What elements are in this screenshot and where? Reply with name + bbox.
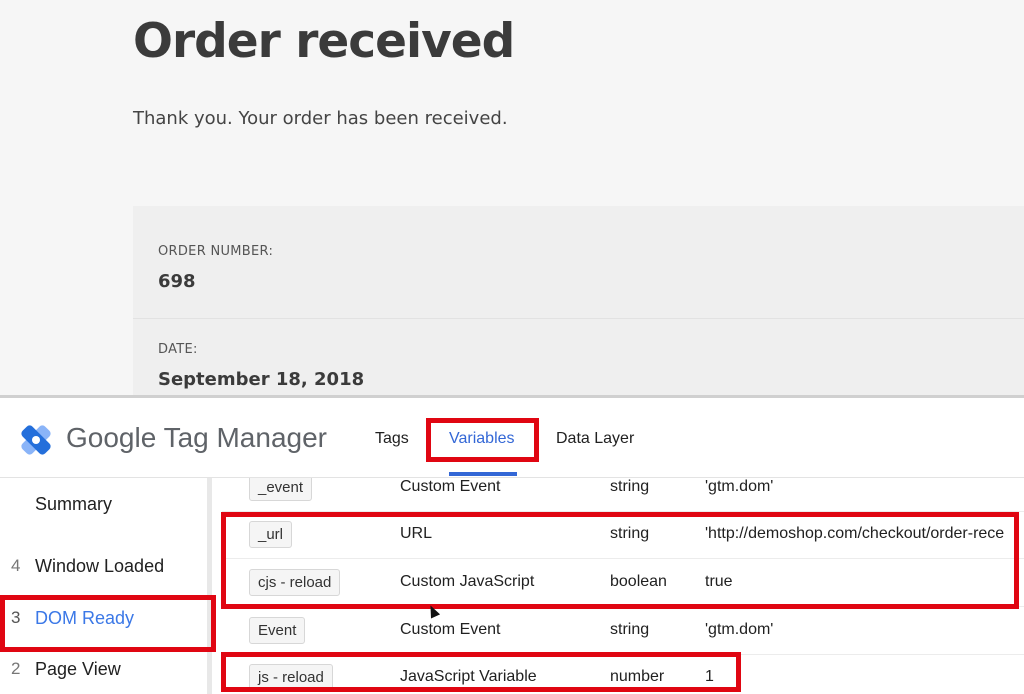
variable-value: 'gtm.dom': [705, 621, 774, 638]
order-confirmation-text: Thank you. Your order has been received.: [133, 108, 508, 129]
table-row: _event Custom Event string 'gtm.dom': [222, 478, 1024, 512]
sidebar-item-summary[interactable]: Summary: [0, 494, 207, 544]
order-number-label: ORDER NUMBER:: [158, 244, 274, 259]
date-value: September 18, 2018: [158, 369, 365, 390]
page-title: Order received: [133, 14, 515, 69]
variable-value: true: [705, 573, 733, 590]
variable-type: Custom JavaScript: [400, 573, 535, 590]
variable-data-type: number: [610, 668, 665, 685]
event-number: 3: [11, 608, 21, 627]
variable-data-type: string: [610, 525, 650, 542]
variable-type: Custom Event: [400, 621, 501, 638]
order-number-block: ORDER NUMBER: 698: [158, 244, 273, 292]
gtm-logo-icon: [21, 425, 51, 455]
table-row: Event Custom Event string 'gtm.dom': [222, 607, 1024, 655]
variable-value: 1: [705, 668, 714, 685]
variable-data-type: boolean: [610, 573, 667, 590]
variable-name-chip[interactable]: Event: [249, 617, 306, 644]
active-tab-indicator: [449, 472, 517, 476]
sidebar-item-page-view[interactable]: 2 Page View: [0, 659, 207, 694]
event-number: 4: [11, 556, 21, 575]
sidebar-item-label: Summary: [35, 494, 113, 514]
sidebar-item-label: Page View: [35, 659, 121, 679]
sidebar-item-label: Window Loaded: [35, 556, 165, 576]
variables-table: _event Custom Event string 'gtm.dom' _ur…: [222, 478, 1024, 694]
variable-type: URL: [400, 525, 433, 542]
tab-data-layer[interactable]: Data Layer: [556, 430, 634, 448]
sidebar-item-window-loaded[interactable]: 4 Window Loaded: [0, 556, 207, 606]
sidebar-item-label: DOM Ready: [35, 608, 135, 628]
variable-name-chip[interactable]: _event: [249, 478, 313, 501]
date-block: DATE: September 18, 2018: [158, 342, 364, 390]
date-label: DATE:: [158, 342, 198, 357]
variable-name-chip[interactable]: cjs - reload: [249, 569, 341, 596]
variable-name-chip[interactable]: _url: [249, 521, 293, 548]
order-number-value: 698: [158, 271, 196, 292]
gtm-header: Google Tag Manager Tags Variables Data L…: [0, 398, 1024, 478]
variable-type: JavaScript Variable: [400, 668, 537, 685]
table-row: _url URL string 'http://demoshop.com/che…: [222, 511, 1024, 559]
order-page: Order received Thank you. Your order has…: [0, 0, 1024, 398]
event-sidebar: Summary 4 Window Loaded 3 DOM Ready 2 Pa…: [0, 478, 212, 694]
variable-value: 'http://demoshop.com/checkout/order-rece: [705, 525, 1005, 542]
gtm-debug-panel: Google Tag Manager Tags Variables Data L…: [0, 398, 1024, 694]
gtm-brand-name: Google Tag Manager: [66, 422, 327, 453]
order-details: ORDER NUMBER: 698 DATE: September 18, 20…: [133, 200, 1024, 398]
zigzag-edge: [133, 200, 1024, 208]
tab-variables[interactable]: Variables: [449, 430, 515, 448]
variable-name-chip[interactable]: js - reload: [249, 664, 333, 691]
divider: [133, 318, 1024, 319]
event-number: 2: [11, 659, 21, 678]
tab-tags[interactable]: Tags: [375, 430, 409, 448]
table-row: js - reload JavaScript Variable number 1: [222, 654, 1024, 694]
variable-data-type: string: [610, 478, 650, 495]
variable-value: 'gtm.dom': [705, 478, 774, 495]
variable-data-type: string: [610, 621, 650, 638]
table-row: cjs - reload Custom JavaScript boolean t…: [222, 559, 1024, 607]
variable-type: Custom Event: [400, 478, 501, 495]
sidebar-item-dom-ready[interactable]: 3 DOM Ready: [0, 608, 207, 658]
